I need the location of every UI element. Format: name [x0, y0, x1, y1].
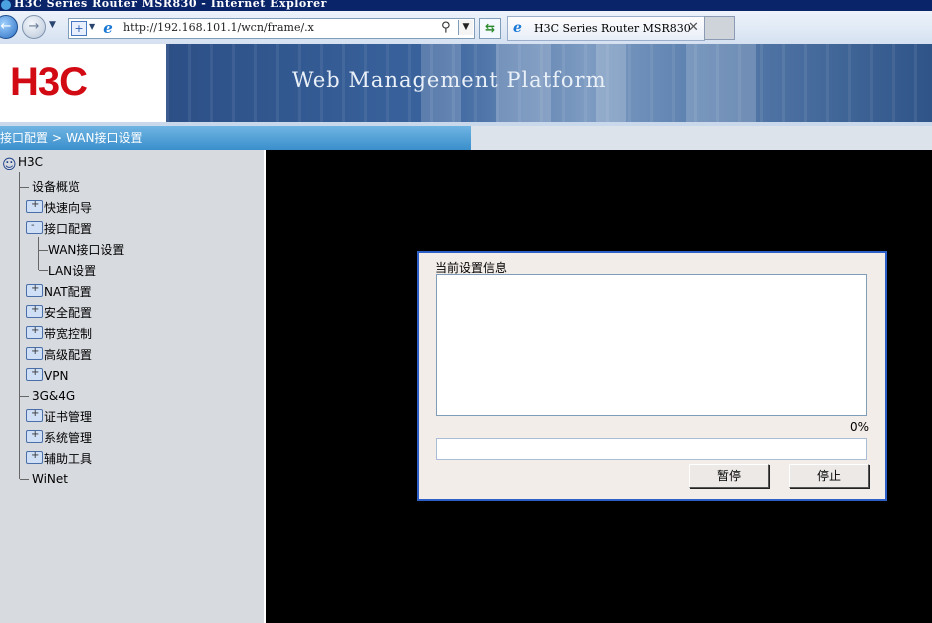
ie-tab-icon: e — [513, 20, 522, 36]
tree-item-quick-wizard[interactable]: 快速向导 — [26, 197, 93, 216]
back-arrow-icon: ← — [0, 19, 12, 34]
users-icon: ☺ — [2, 157, 17, 173]
tree-line — [39, 270, 48, 271]
folder-open-icon — [26, 218, 43, 234]
tree-line — [19, 172, 20, 479]
forward-button[interactable]: → — [22, 15, 46, 39]
folder-icon — [26, 406, 43, 422]
nav-tree: ☺H3C 设备概览 快速向导 接口配置 WAN接口设置 LAN设置 NAT配置 … — [0, 150, 266, 623]
window-title-bar: H3C Series Router MSR830 - Internet Expl… — [0, 0, 932, 11]
banner-title: Web Management Platform — [292, 68, 607, 92]
history-dropdown-icon[interactable]: ▼ — [49, 20, 56, 30]
tree-item-nat[interactable]: NAT配置 — [26, 281, 92, 300]
forward-arrow-icon: → — [28, 19, 40, 34]
address-dropdown-button[interactable]: ▼ — [458, 20, 473, 35]
tree-item-label: 系统管理 — [44, 431, 93, 445]
tree-line — [20, 396, 29, 397]
address-input[interactable]: http://192.168.101.1/wcn/frame/.x — [123, 21, 314, 34]
pause-button[interactable]: 暂停 — [689, 464, 769, 488]
refresh-button[interactable]: ⇆ — [479, 18, 501, 39]
tree-item-label: 3G&4G — [32, 389, 76, 403]
folder-icon — [26, 197, 43, 213]
tree-root-label: H3C — [18, 155, 44, 169]
tree-item-system[interactable]: 系统管理 — [26, 427, 93, 446]
tree-root[interactable]: ☺H3C — [2, 154, 43, 173]
tree-item-label: VPN — [44, 369, 69, 383]
tree-item-label: 接口配置 — [44, 222, 93, 236]
tree-item-label: 高级配置 — [44, 348, 93, 362]
settings-progress-dialog: 当前设置信息 0% 暂停 停止 — [417, 251, 887, 501]
folder-icon — [26, 281, 43, 297]
breadcrumb-item-current: WAN接口设置 — [66, 131, 143, 145]
tree-item-label: WiNet — [32, 472, 68, 486]
folder-icon — [26, 323, 43, 339]
h3c-logo: H3C — [10, 60, 88, 104]
tree-line — [39, 250, 48, 251]
tree-item-security[interactable]: 安全配置 — [26, 302, 93, 321]
logo-area: H3C — [0, 44, 166, 122]
window-title: H3C Series Router MSR830 - Internet Expl… — [14, 0, 327, 10]
tree-item-vpn[interactable]: VPN — [26, 365, 69, 384]
folder-icon — [26, 365, 43, 381]
breadcrumb-bar: 接口配置 > WAN接口设置 — [0, 126, 932, 150]
tree-item-winet[interactable]: WiNet — [32, 471, 68, 487]
tree-item-tools[interactable]: 辅助工具 — [26, 448, 93, 467]
banner-decor — [686, 44, 756, 122]
ie-page-icon: e — [103, 19, 113, 37]
breadcrumb-item[interactable]: 接口配置 — [0, 131, 48, 145]
tree-item-wan-settings[interactable]: WAN接口设置 — [48, 242, 124, 258]
progress-percent: 0% — [849, 420, 869, 434]
tree-item-certificates[interactable]: 证书管理 — [26, 406, 93, 425]
tree-item-bandwidth[interactable]: 带宽控制 — [26, 323, 93, 342]
tree-item-3g4g[interactable]: 3G&4G — [32, 388, 75, 404]
progress-bar — [436, 438, 867, 460]
tree-item-label: 带宽控制 — [44, 327, 93, 341]
chevron-down-icon[interactable]: ▼ — [89, 22, 95, 31]
stop-button[interactable]: 停止 — [789, 464, 869, 488]
settings-info-textarea[interactable] — [436, 274, 867, 416]
banner-image: Web Management Platform — [166, 44, 932, 122]
search-icon[interactable]: ⚲ — [441, 20, 451, 35]
ie-app-icon — [1, 0, 11, 10]
browser-toolbar: ← → ▼ + ▼ e http://192.168.101.1/wcn/fra… — [0, 11, 932, 45]
tree-line — [20, 479, 29, 480]
folder-icon — [26, 344, 43, 360]
tree-item-label: 安全配置 — [44, 306, 93, 320]
tree-item-interface-config[interactable]: 接口配置 — [26, 218, 93, 237]
breadcrumb: 接口配置 > WAN接口设置 — [0, 126, 471, 150]
folder-icon — [26, 302, 43, 318]
back-button[interactable]: ← — [0, 15, 18, 39]
folder-icon — [26, 448, 43, 464]
tree-item-advanced[interactable]: 高级配置 — [26, 344, 93, 363]
address-bar[interactable]: + ▼ e http://192.168.101.1/wcn/frame/.x … — [68, 18, 475, 39]
tree-item-label: 辅助工具 — [44, 452, 93, 466]
tree-item-label: 快速向导 — [44, 201, 93, 215]
tree-item-label: NAT配置 — [44, 285, 92, 299]
tree-item-overview[interactable]: 设备概览 — [32, 179, 80, 195]
tree-item-label: WAN接口设置 — [48, 243, 125, 257]
tab-label: H3C Series Router MSR830 — [534, 22, 691, 35]
header-banner: H3C Web Management Platform — [0, 44, 932, 122]
refresh-icon: ⇆ — [484, 21, 496, 35]
browser-tab[interactable]: e H3C Series Router MSR830 ✕ — [507, 16, 705, 41]
tree-item-label: 设备概览 — [32, 180, 81, 194]
page-add-icon[interactable]: + — [71, 21, 87, 36]
new-tab-button[interactable] — [704, 16, 735, 40]
tree-item-lan-settings[interactable]: LAN设置 — [48, 263, 96, 279]
breadcrumb-separator: > — [52, 131, 63, 145]
tree-item-label: 证书管理 — [44, 410, 93, 424]
tree-item-label: LAN设置 — [48, 264, 97, 278]
tree-line — [20, 187, 29, 188]
tree-line — [38, 237, 39, 270]
close-tab-icon[interactable]: ✕ — [688, 20, 699, 35]
folder-icon — [26, 427, 43, 443]
